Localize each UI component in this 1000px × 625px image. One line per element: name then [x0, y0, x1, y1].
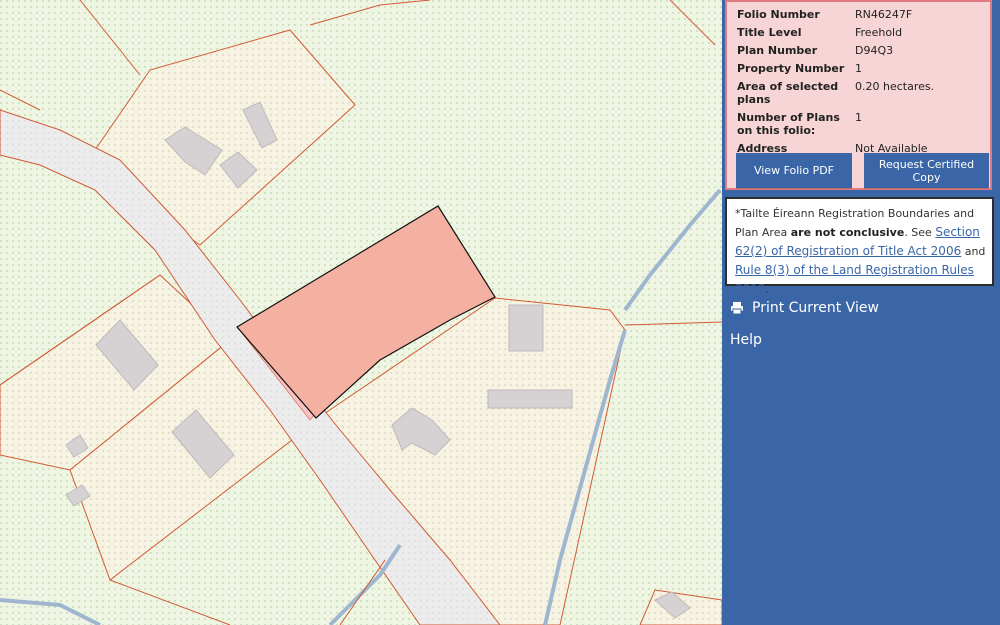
- info-label: Folio Number: [737, 8, 820, 21]
- info-label: Area of selected plans: [737, 80, 839, 106]
- info-label: Property Number: [737, 62, 845, 75]
- info-row-property-number: Property Number 1: [727, 62, 990, 75]
- info-value: 0.20 hectares.: [855, 80, 935, 93]
- disclaimer-box: *Tailte Éireann Registration Boundaries …: [725, 197, 994, 296]
- info-label: Number of Plans on this folio:: [737, 111, 840, 137]
- printer-icon: [731, 302, 743, 315]
- rule-8-link[interactable]: Rule 8(3) of the Land Registration Rules…: [735, 263, 974, 296]
- info-row-folio-number: Folio Number RN46247F: [727, 8, 990, 21]
- info-row-title-level: Title Level Freehold: [727, 26, 990, 39]
- request-certified-copy-button[interactable]: Request Certified Copy: [864, 153, 989, 188]
- info-row-plan-number: Plan Number D94Q3: [727, 44, 990, 57]
- print-current-view-link[interactable]: Print Current View: [730, 300, 879, 316]
- disclaimer-text: . See: [904, 226, 936, 239]
- building: [508, 304, 544, 352]
- info-value: Freehold: [855, 26, 903, 39]
- info-value: RN46247F: [855, 8, 913, 21]
- folio-info-box: Folio Number RN46247F Title Level Freeho…: [725, 0, 992, 190]
- help-link[interactable]: Help: [730, 332, 762, 348]
- info-value: 1: [855, 111, 862, 124]
- info-row-area: Area of selected plans 0.20 hectares.: [727, 80, 990, 106]
- info-label: Title Level: [737, 26, 802, 39]
- print-label: Print Current View: [752, 300, 879, 316]
- disclaimer-text: and: [961, 245, 986, 258]
- map-view[interactable]: [0, 0, 722, 625]
- building: [487, 389, 573, 409]
- info-row-number-of-plans: Number of Plans on this folio: 1: [727, 111, 990, 137]
- map-canvas[interactable]: [0, 0, 722, 625]
- disclaimer-text: .: [765, 283, 770, 296]
- info-value: 1: [855, 62, 862, 75]
- disclaimer-bold-text: are not conclusive: [790, 226, 905, 239]
- help-label: Help: [730, 332, 762, 348]
- info-label: Plan Number: [737, 44, 818, 57]
- side-panel: Folio Number RN46247F Title Level Freeho…: [722, 0, 1000, 625]
- view-folio-pdf-button[interactable]: View Folio PDF: [736, 153, 852, 188]
- info-value: D94Q3: [855, 44, 894, 57]
